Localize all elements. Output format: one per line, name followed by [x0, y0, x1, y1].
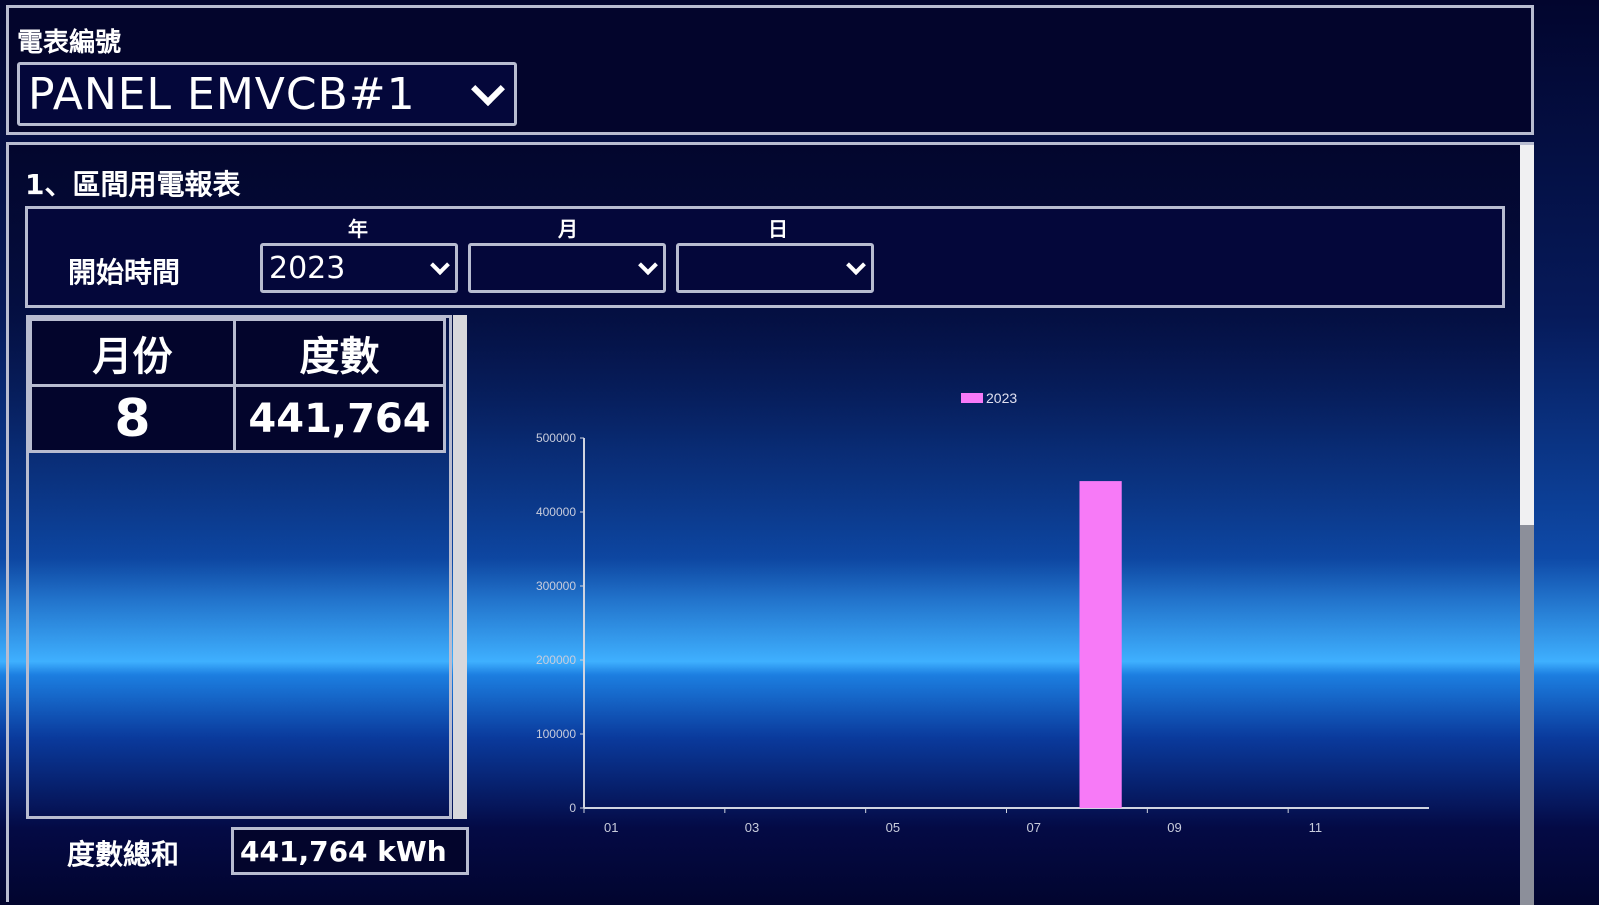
x-tick-label: 05: [886, 820, 900, 835]
report-panel: 1、區間用電報表 開始時間 年 月 日 2023 月份 度數 8 441,764 度…: [6, 142, 1534, 905]
x-tick-label: 03: [745, 820, 759, 835]
table-scrollbar[interactable]: [453, 315, 467, 819]
year-header: 年: [348, 217, 368, 241]
y-tick-label: 100000: [536, 727, 576, 741]
x-tick-label: 09: [1167, 820, 1181, 835]
chevron-down-icon: [430, 255, 450, 276]
bar-08: [1079, 481, 1122, 808]
meter-select[interactable]: PANEL EMVCB#1: [17, 62, 517, 126]
y-tick-label: 300000: [536, 579, 576, 593]
day-select[interactable]: [676, 243, 874, 293]
year-select[interactable]: 2023: [260, 243, 458, 293]
x-tick-label: 07: [1026, 820, 1040, 835]
month-header-cell: 月份: [29, 318, 236, 387]
date-filter: 開始時間 年 月 日 2023: [25, 206, 1505, 308]
kwh-header-cell: 度數: [233, 318, 446, 387]
kwh-cell: 441,764: [233, 384, 446, 453]
meter-select-value: PANEL EMVCB#1: [28, 68, 416, 120]
legend-swatch: [961, 393, 983, 403]
y-tick-label: 0: [569, 801, 576, 815]
day-header: 日: [768, 217, 788, 241]
chevron-down-icon: [638, 255, 658, 276]
month-header: 月: [558, 217, 578, 241]
month-cell: 8: [29, 384, 236, 453]
start-time-label: 開始時間: [68, 256, 181, 289]
total-label: 度數總和: [67, 838, 180, 871]
y-tick-label: 500000: [536, 431, 576, 445]
x-tick-label: 01: [604, 820, 618, 835]
usage-chart: 0 100000 200000 300000 400000 500000 01 03 05 07 0…: [536, 390, 1429, 835]
total-value: 441,764 kWh: [231, 827, 469, 875]
chevron-down-icon: [471, 72, 505, 107]
meter-panel: 電表編號 PANEL EMVCB#1: [6, 5, 1534, 135]
table-row: 8 441,764: [29, 384, 446, 453]
x-tick-label: 11: [1309, 820, 1323, 835]
y-tick-label: 400000: [536, 505, 576, 519]
year-value: 2023: [269, 250, 346, 286]
month-select[interactable]: [468, 243, 666, 293]
meter-label: 電表編號: [17, 28, 122, 58]
report-title: 1、區間用電報表: [25, 168, 241, 201]
chevron-down-icon: [846, 255, 866, 276]
main-scrollbar[interactable]: [1520, 145, 1534, 905]
y-tick-label: 200000: [536, 653, 576, 667]
monthly-table: 月份 度數 8 441,764: [26, 315, 452, 819]
legend-label: 2023: [986, 390, 1017, 406]
